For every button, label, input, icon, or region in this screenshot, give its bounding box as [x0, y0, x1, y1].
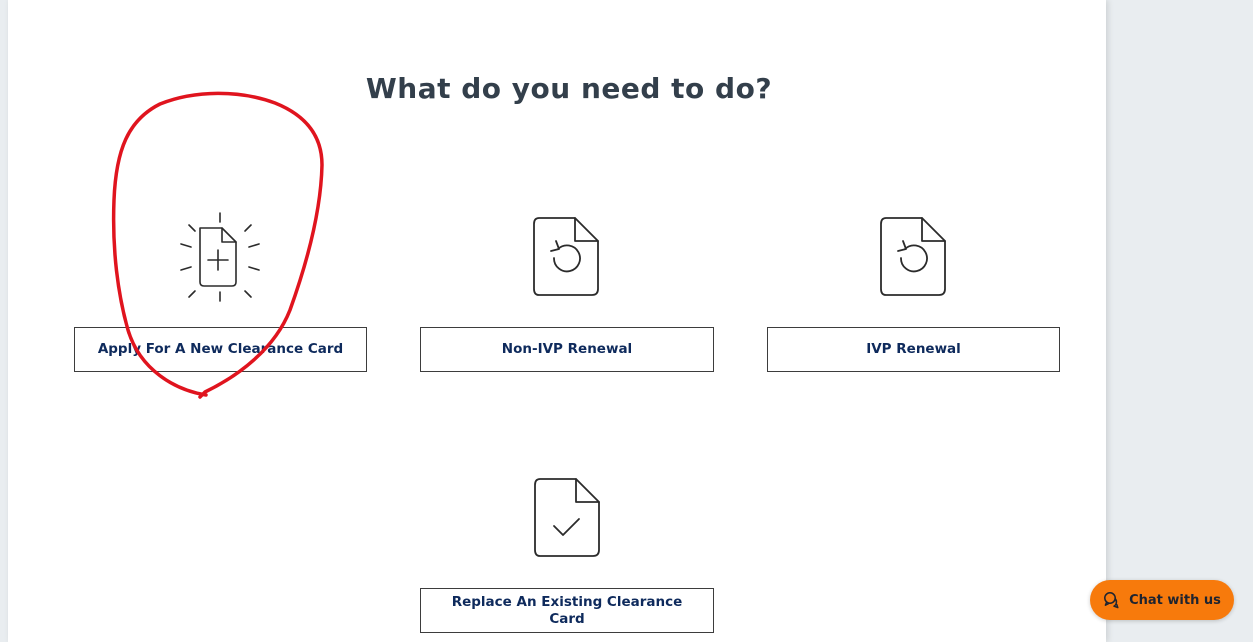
document-renew-icon[interactable]	[532, 216, 600, 298]
replace-existing-clearance-card-button[interactable]: Replace An Existing Clearance Card	[420, 588, 714, 633]
chat-bubbles-icon	[1104, 592, 1119, 609]
chat-with-us-button[interactable]: Chat with us	[1090, 580, 1234, 620]
page-title: What do you need to do?	[365, 72, 773, 105]
new-document-icon[interactable]	[175, 210, 265, 304]
ivp-renewal-button[interactable]: IVP Renewal	[767, 327, 1060, 372]
non-ivp-renewal-button[interactable]: Non-IVP Renewal	[420, 327, 714, 372]
chat-button-label: Chat with us	[1129, 592, 1221, 608]
document-renew-icon[interactable]	[879, 216, 947, 298]
document-check-icon[interactable]	[533, 477, 601, 559]
apply-new-clearance-card-button[interactable]: Apply For A New Clearance Card	[74, 327, 367, 372]
